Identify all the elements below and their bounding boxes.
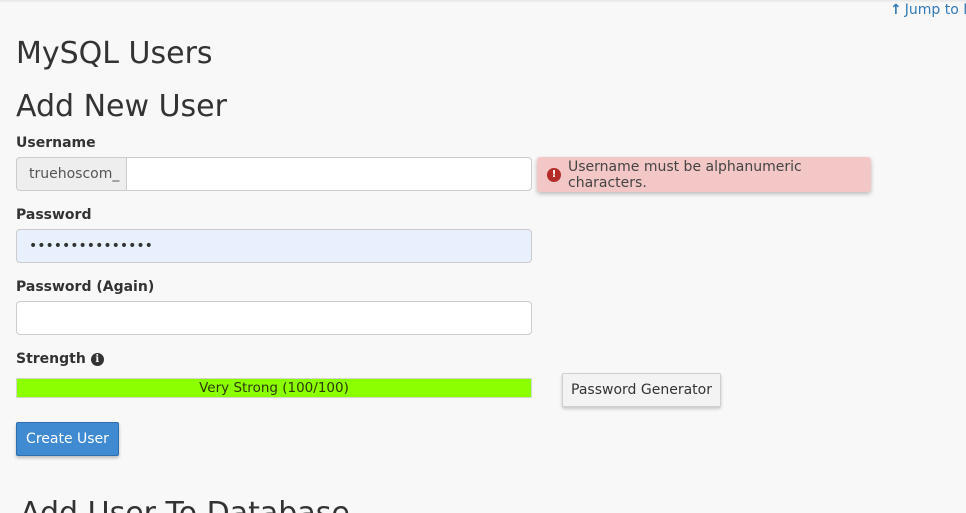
page-title: MySQL Users: [16, 36, 213, 71]
top-strip: [0, 0, 966, 3]
section-title: Add New User: [16, 89, 227, 124]
password-label: Password: [16, 207, 92, 223]
strength-label-row: Strength i: [16, 350, 104, 368]
password-again-input[interactable]: [16, 301, 532, 335]
next-section-title: Add User To Database: [20, 496, 350, 513]
jump-link-label: Jump to M: [904, 2, 966, 18]
username-label: Username: [16, 135, 96, 151]
arrow-up-icon: ↑: [890, 2, 902, 18]
exclamation-circle-icon: !: [547, 167, 561, 182]
strength-label: Strength: [16, 351, 86, 367]
username-error-text: Username must be alphanumeric characters…: [568, 158, 802, 191]
strength-meter: Very Strong (100/100): [16, 378, 532, 398]
password-generator-button[interactable]: Password Generator: [562, 373, 721, 407]
password-input[interactable]: [16, 229, 532, 263]
info-circle-icon[interactable]: i: [90, 352, 104, 366]
username-input-group: truehoscom_: [16, 157, 532, 191]
create-user-button[interactable]: Create User: [16, 422, 119, 456]
username-prefix: truehoscom_: [16, 157, 126, 191]
password-again-label: Password (Again): [16, 279, 155, 295]
jump-link[interactable]: ↑Jump to M: [890, 0, 966, 20]
username-input[interactable]: [126, 157, 532, 191]
username-error-tooltip: ! Username must be alphanumeric characte…: [537, 157, 871, 192]
